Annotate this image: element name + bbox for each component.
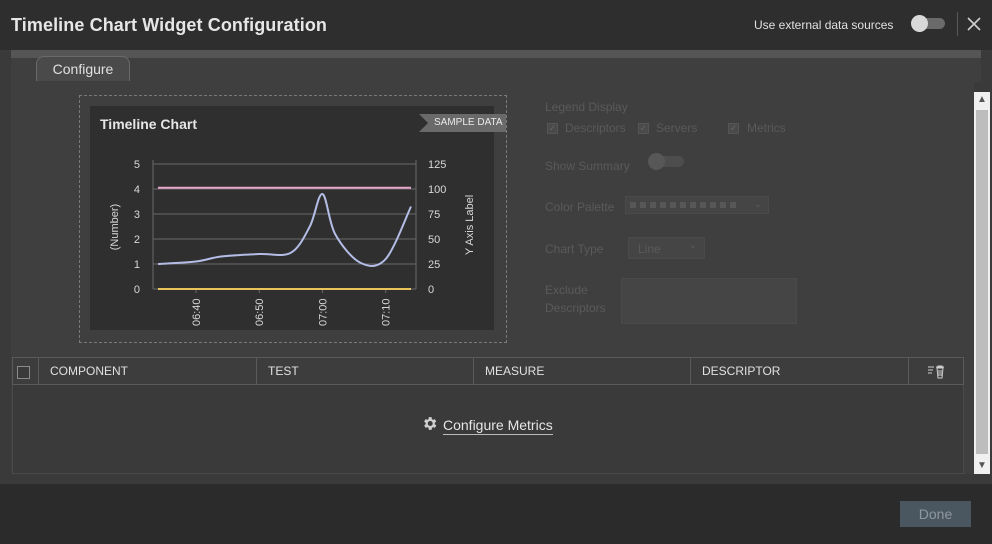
color-palette-select[interactable]: ⌄ — [625, 196, 769, 214]
x-tick-label: 06:50 — [254, 298, 266, 326]
legend-display-label: Legend Display — [545, 100, 628, 114]
chart-type-value: Line — [638, 242, 661, 256]
header-divider — [957, 12, 958, 36]
metrics-checkbox[interactable]: ✓ — [728, 123, 739, 134]
chevron-down-icon: ⌄ — [688, 240, 697, 251]
series-line-1 — [157, 192, 412, 267]
metrics-label: Metrics — [747, 121, 786, 135]
clear-all-icon[interactable] — [908, 357, 963, 385]
y2-tick-label: 100 — [428, 184, 446, 196]
y-tick-label: 4 — [134, 184, 140, 196]
color-palette-label: Color Palette — [545, 200, 615, 214]
gear-icon — [421, 415, 438, 437]
external-data-toggle[interactable] — [911, 15, 945, 32]
y2-axis-title: Y Axis Label — [464, 195, 476, 255]
y-tick-label: 0 — [134, 284, 140, 296]
exclude-descriptors-label-1: Exclude — [545, 283, 588, 297]
descriptors-checkbox[interactable]: ✓ — [547, 123, 558, 134]
dialog-footer — [0, 484, 992, 544]
configure-metrics-text: Configure Metrics — [443, 417, 553, 435]
chart-type-label: Chart Type — [545, 242, 604, 256]
exclude-descriptors-label-2: Descriptors — [545, 301, 606, 315]
tab-bar — [11, 58, 981, 82]
exclude-descriptors-input[interactable] — [621, 278, 797, 324]
widget-config-dialog: Timeline Chart Widget Configuration Use … — [0, 0, 992, 544]
configure-metrics-link[interactable]: Configure Metrics — [421, 415, 553, 437]
scroll-up-icon[interactable]: ▲ — [974, 92, 990, 108]
scroll-thumb[interactable] — [976, 110, 988, 454]
x-tick-label: 07:00 — [317, 298, 329, 326]
select-all-checkbox[interactable] — [17, 366, 30, 379]
vertical-scrollbar[interactable]: ▲ ▼ — [974, 92, 990, 474]
y-axis-title: (Number) — [109, 204, 121, 250]
x-tick-label: 06:40 — [191, 298, 203, 326]
y-tick-label: 2 — [134, 234, 140, 246]
dialog-header: Timeline Chart Widget Configuration Use … — [0, 0, 992, 50]
done-button[interactable]: Done — [900, 501, 971, 527]
servers-label: Servers — [656, 121, 698, 135]
scroll-down-icon[interactable]: ▼ — [974, 458, 990, 474]
y2-tick-label: 50 — [428, 234, 440, 246]
y2-tick-label: 0 — [428, 284, 434, 296]
x-tick-label: 07:10 — [381, 298, 393, 326]
column-component[interactable]: COMPONENT — [38, 357, 256, 385]
chart-title: Timeline Chart — [100, 116, 197, 132]
column-measure[interactable]: MEASURE — [473, 357, 690, 385]
y-tick-label: 5 — [134, 159, 140, 171]
y-tick-label: 3 — [134, 209, 140, 221]
timeline-chart: 012345025507510012506:40 06:50 07:00 07:10(… — [109, 159, 476, 326]
toggle-knob — [911, 15, 928, 32]
y2-tick-label: 25 — [428, 259, 440, 271]
header-strip — [11, 50, 981, 58]
column-descriptor[interactable]: DESCRIPTOR — [690, 357, 908, 385]
y2-tick-label: 125 — [428, 159, 446, 171]
chart-type-select[interactable]: Line ⌄ — [628, 237, 705, 259]
show-summary-toggle[interactable] — [648, 153, 684, 170]
column-test[interactable]: TEST — [256, 357, 473, 385]
external-data-label: Use external data sources — [754, 18, 894, 32]
descriptors-label: Descriptors — [565, 121, 626, 135]
chevron-down-icon: ⌄ — [753, 199, 762, 210]
y2-tick-label: 75 — [428, 209, 440, 221]
servers-checkbox[interactable]: ✓ — [638, 123, 649, 134]
close-icon[interactable] — [965, 14, 983, 34]
y-tick-label: 1 — [134, 259, 140, 271]
sample-data-badge: SAMPLE DATA — [419, 114, 506, 132]
show-summary-label: Show Summary — [545, 159, 630, 173]
dialog-title: Timeline Chart Widget Configuration — [11, 15, 328, 35]
tab-configure[interactable]: Configure — [36, 56, 130, 81]
